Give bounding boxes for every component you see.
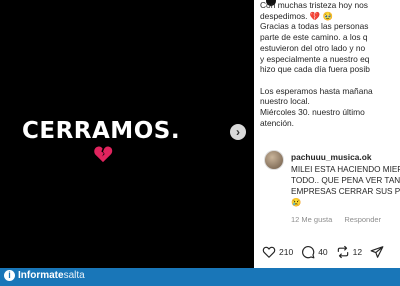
send-icon[interactable] — [370, 245, 384, 259]
heart-icon[interactable] — [262, 245, 276, 259]
brand-suffix: salta — [63, 270, 85, 281]
caption-line: nuestro local. — [260, 96, 310, 107]
like-count: 210 — [279, 247, 294, 257]
carousel-next-button[interactable]: › — [230, 124, 246, 140]
comment-line: TODO.. QUE PENA VER TANT — [291, 176, 400, 185]
post-actions: 210 40 12 — [262, 244, 392, 260]
post-caption: Con muchas tristeza hoy nos despedimos. … — [260, 0, 400, 128]
caption-line: despedimos. 💔 🥹 — [260, 10, 333, 21]
post-headline: CERRAMOS. — [22, 118, 181, 144]
comment-line: EMPRESAS CERRAR SUS PUE — [291, 187, 400, 196]
caption-line: Los esperamos hasta mañana — [260, 85, 373, 96]
post-side-panel: Con muchas tristeza hoy nos despedimos. … — [254, 0, 400, 268]
footer-bar: i Informate salta — [0, 268, 400, 286]
brand-name: Informate — [18, 270, 64, 281]
caption-line: parte de este camino. a los q — [260, 32, 368, 43]
caption-line: estuvieron del otro lado y no — [260, 42, 366, 53]
caption-line: Miércoles 30. nuestro último — [260, 107, 365, 118]
caption-line: Gracias a todas las personas — [260, 21, 369, 32]
comment-bubble-icon[interactable] — [301, 245, 315, 259]
brand-logo: i Informate salta — [4, 270, 85, 281]
comment-text: MILEI ESTA HACIENDO MIER TODO.. QUE PENA… — [291, 164, 400, 208]
repost-action[interactable]: 12 — [336, 245, 362, 259]
comment-username[interactable]: pachuuu_musica.ok — [291, 152, 372, 162]
comment-likes[interactable]: 12 Me gusta — [291, 215, 332, 224]
broken-heart-icon — [94, 146, 113, 163]
reply-button[interactable]: Responder — [344, 215, 381, 224]
repost-icon[interactable] — [336, 245, 350, 259]
comment-line: 😢 — [291, 198, 302, 207]
comment-count: 40 — [318, 247, 328, 257]
share-action[interactable] — [370, 245, 384, 259]
commenter-avatar[interactable] — [264, 150, 284, 170]
caption-line: hizo que cada día fuera posib — [260, 64, 370, 75]
caption-line: atención. — [260, 117, 294, 128]
comment-action[interactable]: 40 — [301, 245, 328, 259]
comment-meta: 12 Me gusta Responder — [291, 215, 391, 224]
comment-line: MILEI ESTA HACIENDO MIER — [291, 165, 400, 174]
caption-line: Con muchas tristeza hoy nos — [260, 0, 368, 10]
info-icon: i — [4, 270, 15, 281]
caption-line: y especialmente a nuestro eq — [260, 53, 370, 64]
like-action[interactable]: 210 — [262, 245, 293, 259]
post-image[interactable]: CERRAMOS. › — [0, 0, 254, 268]
caption-line — [260, 75, 400, 86]
repost-count: 12 — [352, 247, 363, 257]
